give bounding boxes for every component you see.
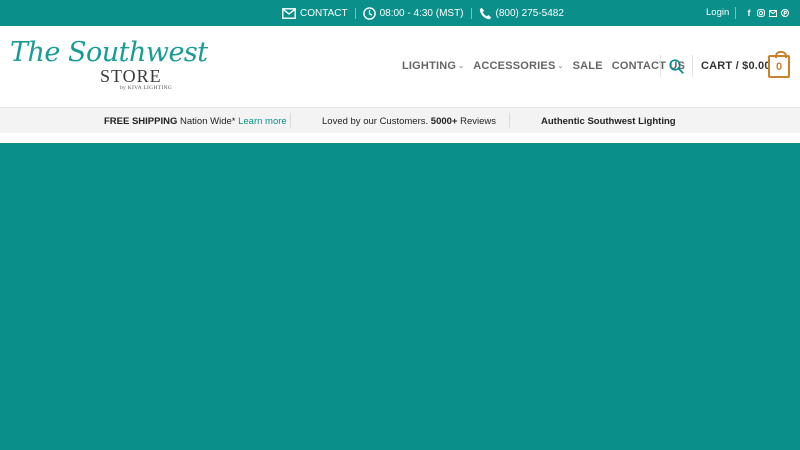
promo-reviews-count: 5000+ bbox=[430, 116, 458, 127]
main-nav: LIGHTING ⌄ ACCESSORIES ⌄ SALE CONTACT US bbox=[402, 60, 694, 72]
hours-info: 08:00 - 4:30 (MST) bbox=[362, 6, 464, 20]
promo-authentic-text: Authentic Southwest Lighting bbox=[541, 116, 676, 127]
envelope-icon bbox=[282, 7, 296, 19]
pinterest-icon[interactable] bbox=[781, 7, 789, 19]
divider bbox=[354, 7, 356, 19]
instagram-icon[interactable] bbox=[757, 7, 765, 19]
cart-total: $0.00 bbox=[742, 60, 771, 72]
promo-reviews: Loved by our Customers. 5000+ Reviews bbox=[322, 116, 496, 127]
cart-count: 0 bbox=[775, 60, 783, 73]
search-icon[interactable] bbox=[669, 59, 684, 74]
nav-item-label: ACCESSORIES bbox=[473, 60, 556, 72]
logo-store: STORE bbox=[100, 66, 162, 86]
chevron-down-icon: ⌄ bbox=[458, 63, 465, 70]
promo-reviews-pre: Loved by our Customers. bbox=[322, 116, 429, 127]
divider bbox=[660, 55, 661, 77]
divider bbox=[509, 113, 510, 128]
logo-script: The Southwest bbox=[10, 37, 208, 68]
email-icon[interactable] bbox=[769, 7, 777, 19]
hero-banner bbox=[0, 143, 800, 450]
promo-shipping: FREE SHIPPING Nation Wide* Learn more bbox=[104, 116, 287, 127]
hours-text: 08:00 - 4:30 (MST) bbox=[379, 7, 464, 19]
contact-label: CONTACT bbox=[300, 7, 348, 19]
promo-bar: FREE SHIPPING Nation Wide* Learn more Lo… bbox=[0, 107, 800, 133]
top-bar-contact-group: CONTACT 08:00 - 4:30 (MST) (800) 275-548… bbox=[282, 0, 564, 26]
divider bbox=[692, 55, 693, 77]
phone-number: (800) 275-5482 bbox=[495, 7, 564, 19]
site-header: The Southwest STORE by KIVA LIGHTING LIG… bbox=[0, 26, 800, 107]
divider bbox=[735, 7, 736, 19]
facebook-icon[interactable]: f bbox=[745, 7, 753, 19]
learn-more-link[interactable]: Learn more bbox=[238, 116, 287, 127]
logo-byline: by KIVA LIGHTING bbox=[120, 85, 173, 91]
nav-item-label: LIGHTING bbox=[402, 60, 457, 72]
nav-item-lighting[interactable]: LIGHTING ⌄ bbox=[402, 60, 464, 72]
top-bar: CONTACT 08:00 - 4:30 (MST) (800) 275-548… bbox=[0, 0, 800, 26]
social-links: f bbox=[745, 7, 789, 19]
login-link[interactable]: Login bbox=[706, 7, 729, 18]
divider bbox=[290, 113, 291, 128]
divider bbox=[470, 7, 472, 19]
cart-link[interactable]: CART / $0.00 bbox=[701, 60, 771, 72]
phone-icon bbox=[479, 7, 491, 19]
contact-link[interactable]: CONTACT bbox=[282, 8, 348, 19]
clock-icon bbox=[362, 6, 376, 20]
chevron-down-icon: ⌄ bbox=[557, 63, 564, 70]
cart-label: CART / bbox=[701, 60, 739, 72]
nav-item-label: SALE bbox=[572, 60, 603, 72]
promo-authentic: Authentic Southwest Lighting bbox=[541, 116, 676, 127]
promo-shipping-bold: FREE SHIPPING bbox=[104, 116, 178, 127]
promo-reviews-post: Reviews bbox=[460, 116, 497, 127]
promo-shipping-text: Nation Wide* bbox=[180, 116, 236, 127]
cart-count-badge[interactable]: 0 bbox=[768, 51, 790, 78]
nav-item-sale[interactable]: SALE bbox=[573, 60, 603, 72]
site-logo[interactable]: The Southwest STORE by KIVA LIGHTING bbox=[10, 38, 208, 96]
nav-item-accessories[interactable]: ACCESSORIES ⌄ bbox=[473, 60, 563, 72]
phone-link[interactable]: (800) 275-5482 bbox=[479, 7, 564, 20]
spacer bbox=[0, 133, 800, 143]
